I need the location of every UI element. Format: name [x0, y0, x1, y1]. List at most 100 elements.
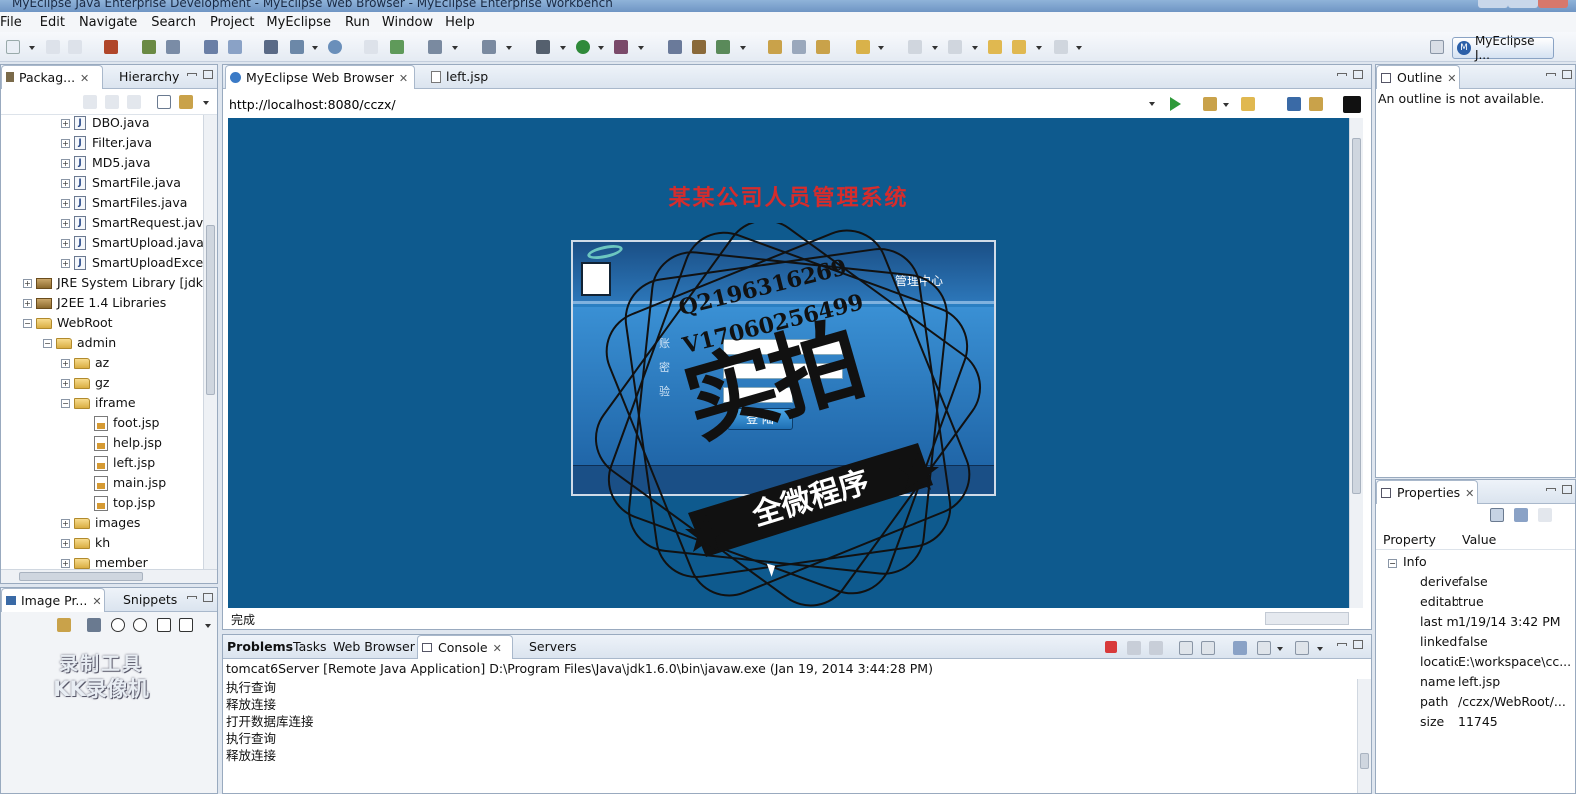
open-perspective-icon[interactable]	[1430, 40, 1444, 54]
refresh-icon[interactable]	[390, 40, 404, 54]
expand-icon[interactable]: −	[23, 318, 32, 328]
tree-item[interactable]: + az	[61, 353, 109, 373]
filter-advanced-icon[interactable]	[1514, 508, 1528, 522]
maximize-icon[interactable]	[1353, 640, 1363, 649]
display-console-icon[interactable]	[1257, 641, 1271, 655]
close-button[interactable]	[1538, 0, 1568, 8]
property-row[interactable]: name left.jsp	[1420, 672, 1575, 692]
url-input[interactable]	[229, 94, 1149, 114]
tab-servers[interactable]: Servers	[525, 635, 577, 659]
tree-item[interactable]: − iframe	[61, 393, 136, 413]
tab-image-preview[interactable]: Image Pr... ✕	[1, 588, 105, 612]
zoom-fit-icon[interactable]	[87, 618, 101, 632]
forward-icon[interactable]	[1054, 40, 1068, 54]
categories-icon[interactable]	[1490, 508, 1504, 522]
tab-console[interactable]: Console ✕	[417, 635, 513, 659]
tab-left-jsp[interactable]: left.jsp	[427, 65, 488, 89]
property-row[interactable]: size 11745	[1420, 712, 1575, 732]
expand-icon[interactable]: +	[23, 278, 32, 288]
menu-help[interactable]: Help	[445, 15, 483, 30]
menu-project[interactable]: Project	[210, 15, 262, 30]
close-icon[interactable]: ✕	[493, 642, 502, 655]
run-icon[interactable]	[576, 40, 590, 54]
terminate-icon[interactable]	[1105, 641, 1117, 653]
property-row[interactable]: locatic E:\workspace\cc...	[1420, 652, 1575, 672]
task-icon[interactable]	[816, 40, 830, 54]
expand-icon[interactable]: +	[61, 158, 70, 168]
view-menu-icon[interactable]	[203, 101, 209, 105]
tree-hscroll-thumb[interactable]	[19, 572, 143, 581]
tab-outline[interactable]: Outline ✕	[1376, 65, 1460, 89]
tree-item[interactable]: + J SmartFiles.java	[61, 193, 187, 213]
tree-item[interactable]: + J SmartUploadExce	[61, 253, 203, 273]
menu-window[interactable]: Window	[382, 15, 441, 30]
minimize-icon[interactable]	[187, 73, 197, 76]
console-scroll-thumb[interactable]	[1360, 753, 1369, 769]
export-icon[interactable]	[228, 40, 242, 54]
close-icon[interactable]: ✕	[1447, 72, 1456, 85]
browser-back-icon[interactable]	[1241, 97, 1255, 111]
minimize-icon[interactable]	[1546, 73, 1556, 76]
expand-icon[interactable]: +	[61, 218, 70, 228]
next-annotation-dropdown-icon[interactable]	[932, 46, 938, 50]
forward-nav-icon[interactable]	[105, 95, 119, 109]
value-column-header[interactable]: Value	[1462, 532, 1496, 547]
tab-properties[interactable]: Properties ✕	[1376, 480, 1478, 504]
expand-icon[interactable]: −	[43, 338, 52, 348]
up-nav-icon[interactable]	[127, 95, 141, 109]
zoom-in-icon[interactable]	[133, 618, 147, 632]
save-icon[interactable]	[46, 40, 60, 54]
collapse-all-icon[interactable]	[157, 95, 171, 109]
collapse-icon[interactable]: −	[1388, 559, 1397, 568]
tab-snippets[interactable]: Snippets	[119, 588, 177, 612]
new-icon[interactable]	[6, 40, 20, 54]
external-tools-icon[interactable]	[614, 40, 628, 54]
servers-icon[interactable]	[264, 40, 278, 54]
new-class-icon[interactable]	[668, 40, 682, 54]
tree-item[interactable]: + J Filter.java	[61, 133, 152, 153]
property-row[interactable]: path/cczx/WebRoot/...	[1420, 692, 1575, 712]
tree-horizontal-scrollbar[interactable]	[1, 569, 217, 583]
bug-icon[interactable]	[536, 40, 550, 54]
browser-console-icon[interactable]	[1343, 96, 1361, 113]
back-dropdown-icon[interactable]	[1036, 46, 1042, 50]
remove-all-icon[interactable]	[1149, 641, 1163, 655]
expand-icon[interactable]: +	[61, 378, 70, 388]
tree-item[interactable]: + gz	[61, 373, 110, 393]
tree-item[interactable]: + J SmartFile.java	[61, 173, 181, 193]
bug-dropdown-icon[interactable]	[560, 46, 566, 50]
tree-item[interactable]: help.jsp	[81, 433, 162, 453]
browser-scroll-thumb[interactable]	[1352, 138, 1361, 494]
property-column-header[interactable]: Property	[1383, 532, 1436, 547]
tree-item[interactable]: + member	[61, 553, 148, 569]
tree-item[interactable]: + J DBO.java	[61, 115, 149, 133]
tree-item[interactable]: + JRE System Library [jdk1	[23, 273, 203, 293]
maximize-icon[interactable]	[1353, 70, 1363, 79]
tree-item[interactable]: − admin	[43, 333, 116, 353]
expand-icon[interactable]: +	[61, 358, 70, 368]
expand-icon[interactable]: +	[61, 138, 70, 148]
display-console-dropdown-icon[interactable]	[1277, 647, 1283, 651]
close-icon[interactable]: ✕	[1465, 487, 1474, 500]
open-console-dropdown-icon[interactable]	[1317, 647, 1323, 651]
pin-icon[interactable]	[57, 618, 71, 632]
zoom-out-icon[interactable]	[111, 618, 125, 632]
minimize-icon[interactable]	[187, 596, 197, 599]
expand-icon[interactable]: +	[61, 178, 70, 188]
web-page-viewport[interactable]: 某某公司人员管理系统 管理中心 账 密 验 登 陆 Q2196316269 V1…	[228, 118, 1349, 608]
menu-edit[interactable]: Edit	[40, 15, 73, 30]
scroll-lock-icon[interactable]	[1201, 641, 1215, 655]
maximize-icon[interactable]	[203, 70, 213, 79]
menu-file[interactable]: File	[0, 15, 30, 30]
tree-item[interactable]: + J SmartRequest.java	[61, 213, 203, 233]
layout-icon[interactable]	[428, 40, 442, 54]
expand-icon[interactable]: +	[61, 118, 70, 128]
actual-size-icon[interactable]	[157, 618, 171, 632]
new-dropdown-icon[interactable]	[29, 46, 35, 50]
menu-search[interactable]: Search	[151, 15, 204, 30]
maximize-button[interactable]	[1508, 0, 1538, 8]
tree-item[interactable]: + J SmartUpload.java	[61, 233, 203, 253]
prev-annotation-icon[interactable]	[948, 40, 962, 54]
annotation-icon[interactable]	[856, 40, 870, 54]
close-icon[interactable]: ✕	[399, 72, 408, 85]
